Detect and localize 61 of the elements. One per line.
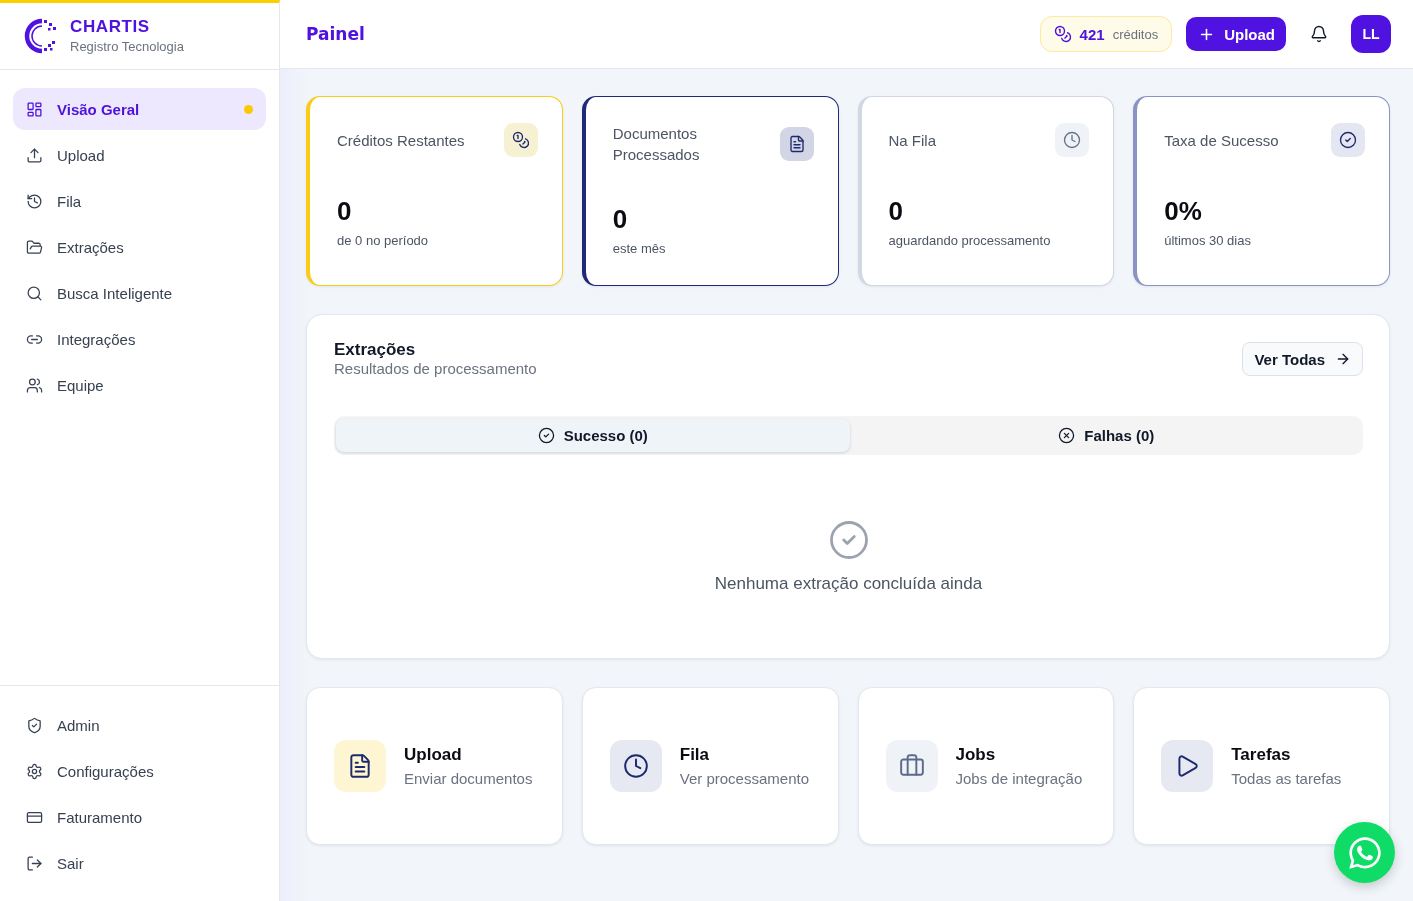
panel-subtitle: Resultados de processamento (334, 360, 537, 378)
stat-title: Créditos Restantes (337, 130, 465, 151)
users-icon (26, 376, 43, 394)
document-icon (779, 127, 814, 161)
page-title: Painel (306, 24, 365, 44)
user-avatar[interactable]: LL (1351, 15, 1391, 53)
bell-icon (1309, 25, 1328, 43)
nav-item[interactable]: Visão Geral (13, 88, 266, 130)
panel-title: Extrações (334, 340, 417, 360)
logout-icon (26, 854, 43, 872)
nav-item[interactable]: Equipe (13, 364, 266, 406)
shield-check-icon (26, 716, 43, 734)
dashboard-grid-icon (26, 100, 43, 118)
nav-item[interactable]: Configurações (13, 750, 266, 792)
history-icon (26, 192, 43, 210)
shortcut-card[interactable]: Upload Enviar documentos (306, 687, 563, 845)
stat-title: Documentos Processados (612, 124, 701, 165)
clock-icon (1055, 123, 1090, 157)
stat-value: 0% (1164, 195, 1203, 227)
nav-item[interactable]: Faturamento (13, 796, 266, 838)
settings-icon (26, 762, 43, 780)
stat-note: aguardando processamento (888, 232, 1052, 250)
upload-icon (26, 146, 43, 164)
shortcut-card[interactable]: Fila Ver processamento (581, 687, 839, 845)
credits-label: créditos (1112, 26, 1159, 42)
stat-title: Na Fila (888, 130, 936, 151)
nav-item[interactable]: Upload (13, 134, 266, 176)
nav-item[interactable]: Fila (13, 180, 266, 222)
stat-note: últimos 30 dias (1164, 232, 1252, 250)
nav-item[interactable]: Sair (13, 842, 266, 884)
nav-item[interactable]: Admin (13, 704, 266, 746)
view-all-button[interactable]: Ver Todas (1242, 342, 1363, 376)
brand-tagline: Registro Tecnologia (70, 39, 184, 55)
active-dot-icon (244, 104, 253, 114)
x-circle-icon (1058, 427, 1076, 444)
arrow-right-icon (1335, 351, 1351, 367)
brand-name: CHARTIS (70, 17, 151, 37)
stat-value: 0 (337, 195, 353, 227)
stat-value: 0 (888, 195, 904, 227)
stat-note: este mês (612, 240, 667, 258)
shortcut-card[interactable]: Tarefas Todas as tarefas (1133, 687, 1390, 845)
check-circle-icon (827, 519, 870, 561)
search-icon (26, 284, 43, 302)
folder-icon (26, 238, 43, 256)
shortcut-card[interactable]: Jobs Jobs de integração (857, 687, 1115, 845)
empty-message: Nenhuma extração concluída ainda (714, 574, 983, 594)
coins-icon (503, 123, 538, 157)
nav-item[interactable]: Integrações (13, 318, 266, 360)
nav-item[interactable]: Extrações (13, 226, 266, 268)
tab[interactable]: Falhas (0) (849, 419, 1363, 452)
credits-count: 421 (1079, 25, 1105, 43)
stat-note: de 0 no período (337, 232, 430, 250)
upload-button[interactable]: Upload (1186, 17, 1286, 51)
stat-value: 0 (612, 203, 629, 235)
stat-title: Taxa de Sucesso (1164, 130, 1279, 151)
nav-item[interactable]: Busca Inteligente (13, 272, 266, 314)
phone-bubble-icon (1346, 834, 1383, 871)
tab[interactable]: Sucesso (0) (336, 419, 850, 452)
logo-icon (22, 17, 58, 55)
coins-icon (1053, 25, 1072, 43)
check-circle-icon (537, 427, 555, 444)
